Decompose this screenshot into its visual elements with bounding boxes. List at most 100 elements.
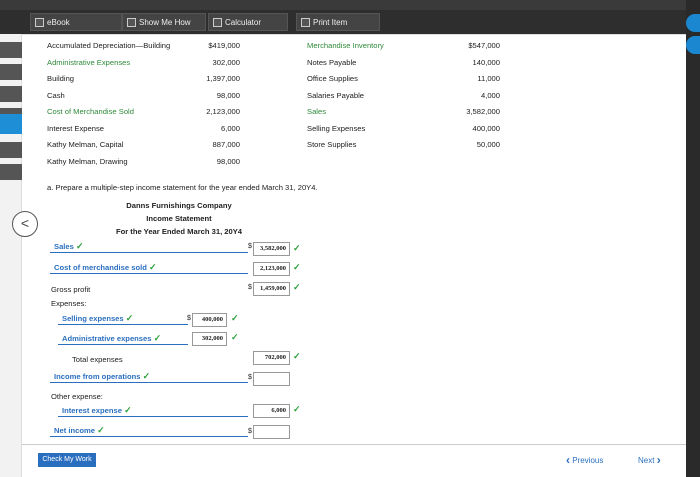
check-icon: ✓ (153, 333, 162, 343)
selling-amount-field[interactable]: 400,000 (192, 313, 227, 327)
account-value: $547,000 (468, 41, 500, 50)
check-icon: ✓ (148, 262, 157, 272)
check-icon: ✓ (293, 351, 301, 361)
sidebar-tab[interactable] (0, 164, 22, 180)
check-icon: ✓ (75, 241, 84, 251)
account-label: Office Supplies (307, 74, 358, 83)
print-item-button[interactable]: Print Item (296, 13, 380, 31)
next-button[interactable]: Next › (638, 453, 661, 467)
sales-amount-field[interactable]: 3,582,000 (253, 242, 290, 256)
sidebar-tab[interactable] (0, 64, 22, 80)
check-icon: ✓ (97, 425, 105, 435)
income-ops-label-row[interactable]: Income from operations ✓ (54, 371, 150, 382)
check-icon: ✓ (231, 313, 239, 323)
sidebar-tab[interactable] (0, 42, 22, 58)
back-arrow-button[interactable]: < (12, 211, 38, 237)
gross-profit-field[interactable]: 1,459,000 (253, 282, 290, 296)
print-icon (301, 18, 310, 27)
statement-period: For the Year Ended March 31, 20Y4 (115, 227, 243, 236)
account-label: Administrative Expenses (47, 57, 131, 67)
account-label: Interest Expense (47, 123, 104, 133)
account-value: 400,000 (472, 123, 500, 133)
previous-label: Previous (572, 456, 604, 465)
sales-label-row[interactable]: Sales ✓ (54, 241, 84, 252)
dollar-sign: $ (248, 428, 252, 435)
gross-profit-label: Gross profit (51, 285, 91, 294)
underline (50, 382, 248, 383)
income-ops-field[interactable] (253, 372, 290, 386)
admin-label: Administrative expenses (62, 334, 152, 343)
right-edge-bar (686, 0, 700, 477)
underline (50, 273, 248, 274)
right-edge-button[interactable] (686, 36, 700, 54)
ebook-button[interactable]: eBook (30, 13, 122, 31)
divider (22, 34, 686, 35)
left-sidebar (0, 34, 22, 477)
account-value: 11,000 (477, 74, 500, 83)
admin-label-row[interactable]: Administrative expenses ✓ (62, 333, 161, 344)
net-income-field[interactable] (253, 425, 290, 439)
sidebar-tab[interactable] (0, 142, 22, 158)
sales-label: Sales (54, 242, 74, 251)
right-edge-button[interactable] (686, 14, 700, 32)
account-value: 98,000 (216, 90, 240, 100)
admin-amount-field[interactable]: 302,000 (192, 332, 227, 346)
underline (58, 416, 248, 417)
calculator-icon (213, 18, 222, 27)
statement-title: Income Statement (146, 214, 212, 223)
account-value: 4,000 (480, 90, 500, 100)
cogs-label-row[interactable]: Cost of merchandise sold ✓ (54, 262, 157, 273)
interest-label-row[interactable]: Interest expense ✓ (62, 405, 132, 416)
interest-amount-field[interactable]: 6,000 (253, 404, 290, 418)
account-value: 6,000 (220, 123, 240, 133)
dollar-sign: $ (187, 315, 191, 322)
account-label: Sales (307, 107, 326, 116)
browser-top-strip (0, 0, 700, 10)
account-label: Cash (47, 90, 65, 100)
underline (58, 324, 188, 325)
check-icon: ✓ (293, 262, 301, 272)
calculator-button[interactable]: Calculator (208, 13, 288, 31)
dollar-sign: $ (248, 243, 252, 250)
account-value: 3,582,000 (466, 107, 500, 116)
underline (58, 344, 188, 345)
account-label: Merchandise Inventory (307, 41, 384, 50)
show-me-how-button[interactable]: Show Me How (122, 13, 206, 31)
check-my-work-button[interactable]: Check My Work (38, 453, 96, 467)
net-income-label: Net income (54, 426, 95, 435)
show-me-how-label: Show Me How (139, 17, 191, 27)
dollar-sign: $ (248, 374, 252, 381)
total-expenses-label: Total expenses (72, 355, 123, 364)
total-expenses-field[interactable]: 702,000 (253, 351, 290, 365)
account-value: $419,000 (208, 41, 240, 50)
previous-button[interactable]: ‹ Previous (566, 453, 603, 467)
account-label: Notes Payable (307, 57, 357, 67)
selling-label-row[interactable]: Selling expenses ✓ (62, 313, 133, 324)
check-icon: ✓ (231, 332, 239, 342)
question-prompt: a. Prepare a multiple-step income statem… (47, 183, 318, 192)
expenses-label: Expenses: (51, 299, 87, 308)
account-value: 887,000 (212, 140, 240, 149)
chevron-left-icon: ‹ (566, 453, 570, 467)
account-label: Accumulated Depreciation—Building (47, 41, 171, 50)
cogs-amount-field[interactable]: 2,123,000 (253, 262, 290, 276)
interest-label: Interest expense (62, 406, 122, 415)
print-item-label: Print Item (313, 17, 348, 27)
check-icon: ✓ (124, 405, 132, 415)
account-label: Kathy Melman, Drawing (47, 156, 128, 166)
check-icon: ✓ (293, 282, 301, 292)
account-value: 2,123,000 (206, 107, 240, 116)
dollar-sign: $ (248, 284, 252, 291)
next-label: Next (638, 456, 655, 465)
chevron-right-icon: › (656, 453, 661, 467)
underline (50, 252, 248, 253)
net-income-label-row[interactable]: Net income ✓ (54, 425, 105, 436)
sidebar-tab[interactable] (0, 86, 22, 102)
underline (50, 436, 248, 437)
account-label: Store Supplies (307, 140, 357, 149)
check-icon: ✓ (125, 313, 134, 323)
account-value: 140,000 (472, 57, 500, 67)
check-icon: ✓ (293, 404, 301, 414)
sidebar-tab-active[interactable] (0, 114, 22, 134)
account-label: Salaries Payable (307, 90, 364, 100)
